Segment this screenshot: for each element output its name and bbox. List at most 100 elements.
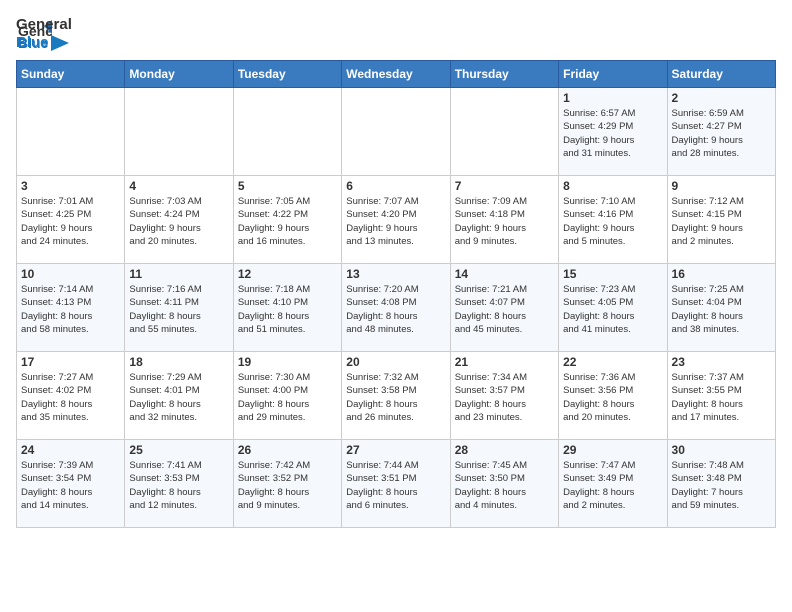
day-info: Sunrise: 7:44 AM Sunset: 3:51 PM Dayligh… [346,459,445,512]
day-number: 7 [455,179,554,193]
calendar-cell: 7 Sunrise: 7:09 AM Sunset: 4:18 PM Daylig… [450,176,558,264]
day-number: 5 [238,179,337,193]
day-info: Sunrise: 7:47 AM Sunset: 3:49 PM Dayligh… [563,459,662,512]
calendar-cell: 24 Sunrise: 7:39 AM Sunset: 3:54 PM Dayli… [17,440,125,528]
calendar-cell [17,88,125,176]
day-number: 15 [563,267,662,281]
day-number: 23 [672,355,771,369]
day-info: Sunrise: 7:36 AM Sunset: 3:56 PM Dayligh… [563,371,662,424]
day-number: 17 [21,355,120,369]
weekday-header-thursday: Thursday [450,61,558,88]
day-info: Sunrise: 7:42 AM Sunset: 3:52 PM Dayligh… [238,459,337,512]
day-info: Sunrise: 7:37 AM Sunset: 3:55 PM Dayligh… [672,371,771,424]
calendar-table: SundayMondayTuesdayWednesdayThursdayFrid… [16,60,776,528]
calendar-cell: 14 Sunrise: 7:21 AM Sunset: 4:07 PM Dayli… [450,264,558,352]
day-number: 1 [563,91,662,105]
calendar-cell: 5 Sunrise: 7:05 AM Sunset: 4:22 PM Daylig… [233,176,341,264]
day-info: Sunrise: 7:41 AM Sunset: 3:53 PM Dayligh… [129,459,228,512]
calendar-cell: 2 Sunrise: 6:59 AM Sunset: 4:27 PM Daylig… [667,88,775,176]
day-number: 14 [455,267,554,281]
calendar-cell: 11 Sunrise: 7:16 AM Sunset: 4:11 PM Dayli… [125,264,233,352]
weekday-header-monday: Monday [125,61,233,88]
day-info: Sunrise: 7:45 AM Sunset: 3:50 PM Dayligh… [455,459,554,512]
calendar-cell: 20 Sunrise: 7:32 AM Sunset: 3:58 PM Dayli… [342,352,450,440]
calendar-cell [342,88,450,176]
day-number: 21 [455,355,554,369]
calendar-cell: 26 Sunrise: 7:42 AM Sunset: 3:52 PM Dayli… [233,440,341,528]
day-number: 27 [346,443,445,457]
day-info: Sunrise: 7:21 AM Sunset: 4:07 PM Dayligh… [455,283,554,336]
day-info: Sunrise: 7:27 AM Sunset: 4:02 PM Dayligh… [21,371,120,424]
calendar-cell [233,88,341,176]
day-info: Sunrise: 7:20 AM Sunset: 4:08 PM Dayligh… [346,283,445,336]
weekday-header-row: SundayMondayTuesdayWednesdayThursdayFrid… [17,61,776,88]
day-info: Sunrise: 7:16 AM Sunset: 4:11 PM Dayligh… [129,283,228,336]
logo-blue: Blue [16,34,49,52]
page-header: General Blue General Blue [16,16,776,52]
day-info: Sunrise: 7:12 AM Sunset: 4:15 PM Dayligh… [672,195,771,248]
calendar-cell: 29Sunrise: 7:47 AM Sunset: 3:49 PM Dayli… [559,440,667,528]
calendar-cell: 10 Sunrise: 7:14 AM Sunset: 4:13 PM Dayli… [17,264,125,352]
calendar-cell: 19 Sunrise: 7:30 AM Sunset: 4:00 PM Dayli… [233,352,341,440]
day-number: 12 [238,267,337,281]
day-info: Sunrise: 7:30 AM Sunset: 4:00 PM Dayligh… [238,371,337,424]
day-number: 10 [21,267,120,281]
weekday-header-wednesday: Wednesday [342,61,450,88]
day-info: Sunrise: 7:09 AM Sunset: 4:18 PM Dayligh… [455,195,554,248]
day-number: 18 [129,355,228,369]
day-info: Sunrise: 6:59 AM Sunset: 4:27 PM Dayligh… [672,107,771,160]
day-info: Sunrise: 7:34 AM Sunset: 3:57 PM Dayligh… [455,371,554,424]
calendar-cell: 23 Sunrise: 7:37 AM Sunset: 3:55 PM Dayli… [667,352,775,440]
weekday-header-tuesday: Tuesday [233,61,341,88]
day-info: Sunrise: 7:01 AM Sunset: 4:25 PM Dayligh… [21,195,120,248]
logo: General Blue General Blue [16,16,72,52]
day-info: Sunrise: 7:14 AM Sunset: 4:13 PM Dayligh… [21,283,120,336]
day-info: Sunrise: 7:07 AM Sunset: 4:20 PM Dayligh… [346,195,445,248]
day-number: 19 [238,355,337,369]
calendar-cell: 27 Sunrise: 7:44 AM Sunset: 3:51 PM Dayli… [342,440,450,528]
day-info: Sunrise: 7:05 AM Sunset: 4:22 PM Dayligh… [238,195,337,248]
calendar-cell: 12 Sunrise: 7:18 AM Sunset: 4:10 PM Dayli… [233,264,341,352]
calendar-cell: 3 Sunrise: 7:01 AM Sunset: 4:25 PM Daylig… [17,176,125,264]
day-number: 9 [672,179,771,193]
calendar-week-row: 3 Sunrise: 7:01 AM Sunset: 4:25 PM Daylig… [17,176,776,264]
weekday-header-sunday: Sunday [17,61,125,88]
calendar-cell: 25 Sunrise: 7:41 AM Sunset: 3:53 PM Dayli… [125,440,233,528]
day-number: 8 [563,179,662,193]
calendar-cell: 18 Sunrise: 7:29 AM Sunset: 4:01 PM Dayli… [125,352,233,440]
calendar-cell: 21 Sunrise: 7:34 AM Sunset: 3:57 PM Dayli… [450,352,558,440]
day-number: 20 [346,355,445,369]
day-number: 24 [21,443,120,457]
day-info: Sunrise: 6:57 AM Sunset: 4:29 PM Dayligh… [563,107,662,160]
day-number: 25 [129,443,228,457]
calendar-cell: 9 Sunrise: 7:12 AM Sunset: 4:15 PM Daylig… [667,176,775,264]
day-info: Sunrise: 7:18 AM Sunset: 4:10 PM Dayligh… [238,283,337,336]
day-number: 26 [238,443,337,457]
calendar-cell: 28 Sunrise: 7:45 AM Sunset: 3:50 PM Dayli… [450,440,558,528]
calendar-cell: 8Sunrise: 7:10 AM Sunset: 4:16 PM Daylig… [559,176,667,264]
day-info: Sunrise: 7:03 AM Sunset: 4:24 PM Dayligh… [129,195,228,248]
calendar-cell: 6 Sunrise: 7:07 AM Sunset: 4:20 PM Daylig… [342,176,450,264]
calendar-week-row: 24 Sunrise: 7:39 AM Sunset: 3:54 PM Dayli… [17,440,776,528]
day-info: Sunrise: 7:29 AM Sunset: 4:01 PM Dayligh… [129,371,228,424]
calendar-cell [450,88,558,176]
day-number: 13 [346,267,445,281]
day-info: Sunrise: 7:39 AM Sunset: 3:54 PM Dayligh… [21,459,120,512]
calendar-week-row: 1 Sunrise: 6:57 AM Sunset: 4:29 PM Daylig… [17,88,776,176]
day-number: 30 [672,443,771,457]
day-number: 3 [21,179,120,193]
weekday-header-friday: Friday [559,61,667,88]
day-number: 28 [455,443,554,457]
day-number: 2 [672,91,771,105]
weekday-header-saturday: Saturday [667,61,775,88]
calendar-cell: 4 Sunrise: 7:03 AM Sunset: 4:24 PM Daylig… [125,176,233,264]
calendar-cell: 13 Sunrise: 7:20 AM Sunset: 4:08 PM Dayli… [342,264,450,352]
day-number: 4 [129,179,228,193]
calendar-cell: 30Sunrise: 7:48 AM Sunset: 3:48 PM Dayli… [667,440,775,528]
day-number: 6 [346,179,445,193]
day-number: 11 [129,267,228,281]
day-info: Sunrise: 7:32 AM Sunset: 3:58 PM Dayligh… [346,371,445,424]
calendar-cell: 15Sunrise: 7:23 AM Sunset: 4:05 PM Dayli… [559,264,667,352]
calendar-cell: 17 Sunrise: 7:27 AM Sunset: 4:02 PM Dayli… [17,352,125,440]
calendar-cell: 1 Sunrise: 6:57 AM Sunset: 4:29 PM Daylig… [559,88,667,176]
